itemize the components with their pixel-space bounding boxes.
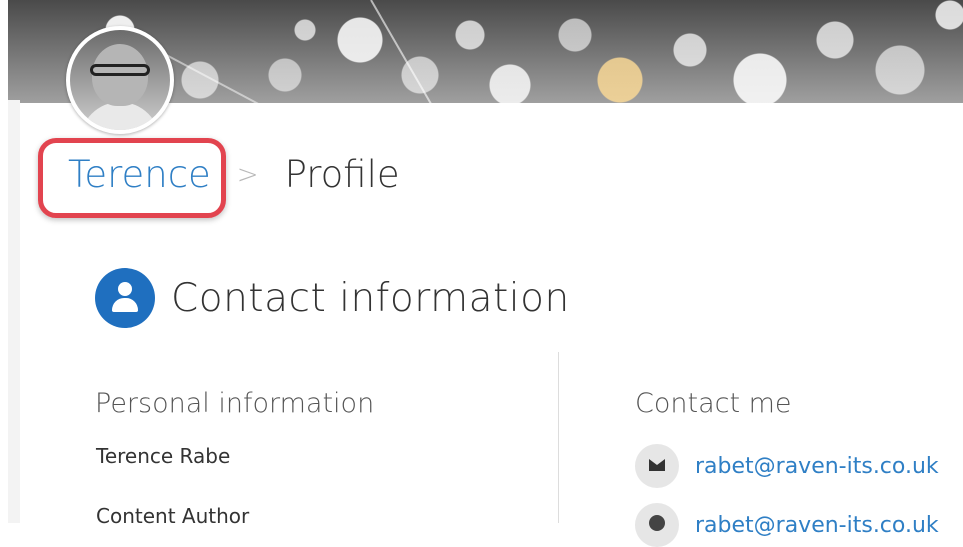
breadcrumb-current-page: Profile <box>284 153 400 196</box>
column-divider <box>558 352 559 523</box>
section-title: Contact information <box>171 275 570 321</box>
email-link[interactable]: rabet@raven-its.co.uk <box>695 454 939 479</box>
avatar-shirt <box>80 102 160 130</box>
chat-icon <box>635 503 679 547</box>
contact-person-icon <box>95 268 155 328</box>
avatar-photo <box>70 30 170 130</box>
personal-info-heading: Personal information <box>95 388 375 419</box>
contact-section-header: Contact information <box>95 268 570 328</box>
avatar-glasses <box>90 64 150 76</box>
avatar[interactable] <box>66 26 174 134</box>
im-link[interactable]: rabet@raven-its.co.uk <box>695 513 939 538</box>
mail-icon <box>635 444 679 488</box>
page-gutter <box>8 100 20 523</box>
contact-me-heading: Contact me <box>635 388 792 419</box>
personal-role: Content Author <box>96 504 250 528</box>
im-row: rabet@raven-its.co.uk <box>635 503 939 547</box>
personal-name: Terence Rabe <box>96 444 231 468</box>
page-left-edge <box>0 0 8 523</box>
highlight-annotation <box>38 138 226 218</box>
email-row: rabet@raven-its.co.uk <box>635 444 939 488</box>
chevron-right-icon: > <box>236 160 259 190</box>
